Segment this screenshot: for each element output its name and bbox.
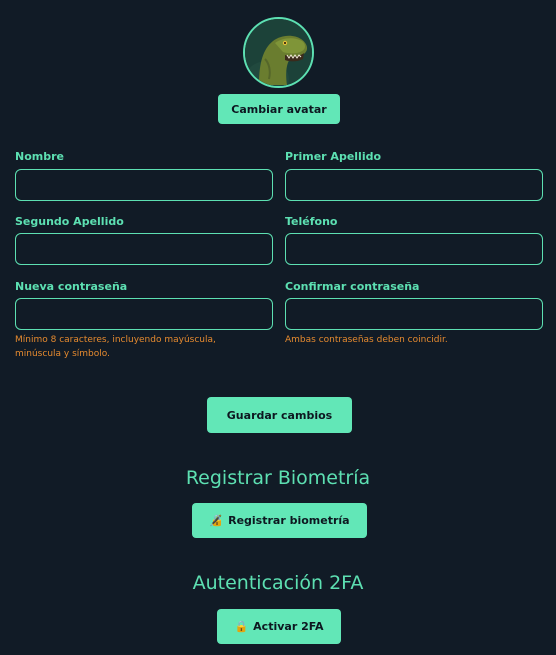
avatar xyxy=(243,17,314,88)
password-hint-line2: minúscula y símbolo. xyxy=(15,349,110,359)
segundo-apellido-field[interactable] xyxy=(15,233,273,265)
profile-settings-page: Cambiar avatar Nombre Primer Apellido Se… xyxy=(0,0,556,655)
primer-apellido-field[interactable] xyxy=(285,169,543,201)
password-requirements-hint: Mínimo 8 caracteres, incluyendo mayúscul… xyxy=(15,333,273,361)
confirmar-contrasena-label: Confirmar contraseña xyxy=(285,280,420,293)
password-hint-line1: Mínimo 8 caracteres, incluyendo mayúscul… xyxy=(15,335,216,345)
telefono-label: Teléfono xyxy=(285,215,338,228)
segundo-apellido-label: Segundo Apellido xyxy=(15,215,124,228)
confirmar-contrasena-field[interactable] xyxy=(285,298,543,330)
nueva-contrasena-field[interactable] xyxy=(15,298,273,330)
save-changes-button[interactable]: Guardar cambios xyxy=(207,397,352,433)
nueva-contrasena-label: Nueva contraseña xyxy=(15,280,128,293)
register-biometrics-button[interactable]: 🔏 Registrar biometría xyxy=(192,503,367,538)
nombre-field[interactable] xyxy=(15,169,273,201)
fingerprint-lock-icon: 🔏 xyxy=(209,514,224,527)
activate-2fa-label: Activar 2FA xyxy=(253,620,324,633)
change-avatar-button[interactable]: Cambiar avatar xyxy=(218,94,340,124)
register-biometrics-label: Registrar biometría xyxy=(228,514,350,527)
nombre-label: Nombre xyxy=(15,150,64,163)
twofa-section-title: Autenticación 2FA xyxy=(192,572,364,594)
activate-2fa-button[interactable]: 🔒 Activar 2FA xyxy=(217,609,341,644)
password-match-hint: Ambas contraseñas deben coincidir. xyxy=(285,335,448,345)
biometrics-section-title: Registrar Biometría xyxy=(185,467,371,489)
lock-icon: 🔒 xyxy=(234,620,249,633)
dinosaur-avatar-image xyxy=(245,19,312,86)
telefono-field[interactable] xyxy=(285,233,543,265)
primer-apellido-label: Primer Apellido xyxy=(285,150,382,163)
